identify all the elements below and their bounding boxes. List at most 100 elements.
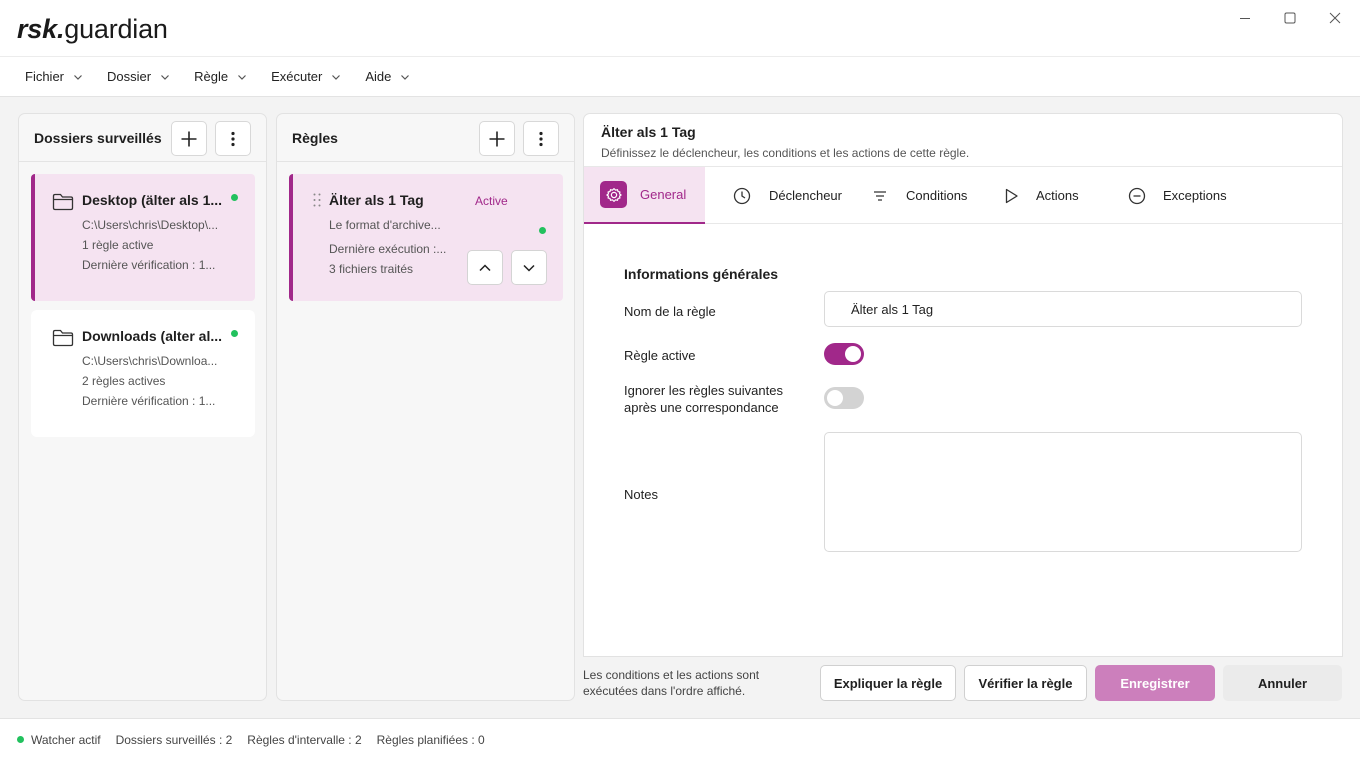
tab-conditions[interactable]: Conditions <box>871 167 967 224</box>
rule-processed-count: 3 fichiers traités <box>329 262 414 276</box>
status-dot <box>539 227 546 234</box>
status-dot <box>17 736 24 743</box>
rule-name: Älter als 1 Tag <box>329 192 424 208</box>
ignore-toggle[interactable] <box>824 387 864 409</box>
tab-exceptions[interactable]: Exceptions <box>1128 167 1227 224</box>
plus-icon <box>181 131 197 146</box>
folders-panel-title: Dossiers surveillés <box>34 129 162 146</box>
filter-icon <box>874 190 886 201</box>
rule-name-input[interactable]: Älter als 1 Tag <box>824 291 1302 327</box>
rules-panel-title: Règles <box>292 129 338 146</box>
cancel-button[interactable]: Annuler <box>1223 665 1342 701</box>
rule-last-run: Dernière exécution :... <box>329 242 447 256</box>
status-bar: Watcher actif Dossiers surveillés : 2 Rè… <box>0 718 1360 760</box>
order-note-line-2: exécutées dans l'ordre affiché. <box>583 684 746 698</box>
folder-last-check: Dernière vérification : 1... <box>82 258 216 272</box>
close-icon <box>1329 12 1341 24</box>
menu-fichier[interactable]: Fichier <box>13 62 95 92</box>
folder-icon <box>52 193 74 211</box>
watcher-status-text: Watcher actif <box>31 732 101 747</box>
scheduled-rules-count: Règles planifiées : 0 <box>376 732 485 747</box>
chevron-down-icon <box>401 74 410 80</box>
tab-label: Déclencheur <box>769 188 842 203</box>
move-down-button[interactable] <box>511 250 547 285</box>
notes-textarea[interactable] <box>824 432 1302 552</box>
explain-rule-button[interactable]: Expliquer la règle <box>820 665 956 701</box>
chevron-down-icon <box>238 74 246 80</box>
tab-actions[interactable]: Actions <box>1002 167 1079 224</box>
section-title: Informations générales <box>624 266 779 282</box>
app-logo: rsk.guardian <box>17 14 168 44</box>
folder-last-check: Dernière vérification : 1... <box>82 394 216 408</box>
rule-status-badge: Active <box>475 194 508 208</box>
order-note: Les conditions et les actions sont exécu… <box>583 667 759 699</box>
move-up-button[interactable] <box>467 250 503 285</box>
menu-aide[interactable]: Aide <box>353 62 422 92</box>
add-folder-button[interactable] <box>171 121 207 156</box>
status-dot <box>231 330 238 337</box>
maximize-icon <box>1284 12 1296 24</box>
tab-declencheur[interactable]: Déclencheur <box>733 167 842 224</box>
editor-tabs: General Déclencheur Conditions Actions E… <box>584 166 1342 224</box>
menu-regle[interactable]: Règle <box>182 62 259 92</box>
menu-bar: Fichier Dossier Règle Exécuter Aide <box>0 57 1360 97</box>
rule-editor: Älter als 1 Tag Définissez le déclencheu… <box>583 113 1343 657</box>
chevron-down-icon <box>332 74 341 80</box>
folder-name: Downloads (alter al... <box>82 328 223 344</box>
drag-handle-icon[interactable] <box>313 193 321 207</box>
folders-count: Dossiers surveillés : 2 <box>115 732 233 747</box>
folder-rules-count: 1 règle active <box>82 238 154 252</box>
rule-item[interactable]: Älter als 1 Tag Active Le format d'archi… <box>289 174 563 301</box>
chevron-up-icon <box>479 263 491 271</box>
add-rule-button[interactable] <box>479 121 515 156</box>
menu-label: Exécuter <box>271 69 323 84</box>
folder-rules-count: 2 règles actives <box>82 374 166 388</box>
menu-dossier[interactable]: Dossier <box>95 62 182 92</box>
interval-rules-count: Règles d'intervalle : 2 <box>247 732 362 747</box>
tab-label: Exceptions <box>1163 188 1227 203</box>
save-button[interactable]: Enregistrer <box>1095 665 1215 701</box>
folder-name: Desktop (älter als 1... <box>82 192 223 208</box>
play-icon <box>1005 188 1018 203</box>
tab-label: Conditions <box>906 188 968 203</box>
ignore-label: Ignorer les règles suivantes après une c… <box>624 382 783 416</box>
clock-icon <box>733 187 751 204</box>
rule-description: Le format d'archive... <box>329 218 441 232</box>
folders-more-button[interactable] <box>215 121 251 156</box>
folder-item-desktop[interactable]: Desktop (älter als 1... C:\Users\chris\D… <box>31 174 255 301</box>
close-window-button[interactable] <box>1312 4 1358 32</box>
workspace: Dossiers surveillés Desktop (älter als 1… <box>0 97 1360 718</box>
menu-label: Aide <box>365 69 392 84</box>
folder-path: C:\Users\chris\Desktop\... <box>82 218 219 232</box>
minus-circle-icon <box>1128 187 1146 204</box>
minimize-button[interactable] <box>1222 4 1268 32</box>
watcher-status: Watcher actif <box>17 733 101 747</box>
chevron-down-icon <box>523 264 535 272</box>
tab-label: General <box>640 187 687 202</box>
menu-label: Règle <box>194 69 229 84</box>
maximize-button[interactable] <box>1267 4 1313 32</box>
rule-name-label: Nom de la règle <box>624 304 716 319</box>
more-vertical-icon <box>231 131 235 146</box>
menu-label: Dossier <box>107 69 152 84</box>
chevron-down-icon <box>161 74 170 80</box>
chevron-down-icon <box>74 74 82 80</box>
folder-icon <box>52 329 74 347</box>
active-label: Règle active <box>624 348 696 363</box>
verify-rule-button[interactable]: Vérifier la règle <box>964 665 1087 701</box>
editor-subtitle: Définissez le déclencheur, les condition… <box>601 146 970 160</box>
tab-label: Actions <box>1036 188 1079 203</box>
title-bar: rsk.guardian <box>0 0 1360 57</box>
notes-label: Notes <box>624 487 658 502</box>
minimize-icon <box>1240 18 1250 19</box>
editor-title: Älter als 1 Tag <box>601 124 696 140</box>
menu-executer[interactable]: Exécuter <box>259 62 353 92</box>
gear-icon <box>600 181 627 208</box>
tab-general[interactable]: General <box>584 167 705 224</box>
active-toggle[interactable] <box>824 343 864 365</box>
folder-item-downloads[interactable]: Downloads (alter al... C:\Users\chris\Do… <box>31 310 255 437</box>
ignore-label-line-1: Ignorer les règles suivantes <box>624 383 783 398</box>
folder-path: C:\Users\chris\Downloa... <box>82 354 218 368</box>
rules-more-button[interactable] <box>523 121 559 156</box>
ignore-label-line-2: après une correspondance <box>624 400 779 415</box>
